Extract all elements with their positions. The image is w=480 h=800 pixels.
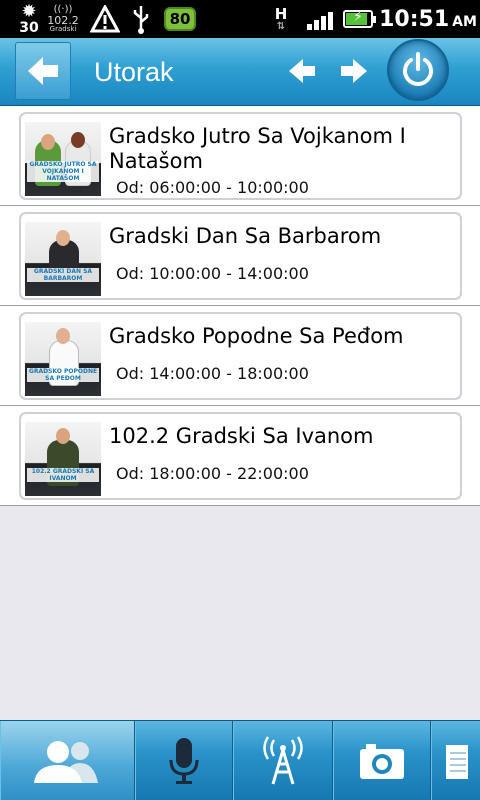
show-title: Gradsko Jutro Sa Vojkanom I Natašom	[109, 124, 406, 173]
show-thumbnail: GRADSKI DAN SA BARBAROM	[25, 222, 101, 296]
clock-time: 10:51	[379, 6, 450, 32]
show-thumbnail: 102.2 GRADSKI SA IVANOM	[25, 422, 101, 496]
antenna-icon	[262, 736, 303, 785]
schedule-list: GRADSKO JUTRO SA VOJKANOM I NATAŠOM Grad…	[0, 106, 480, 506]
show-thumbnail: GRADSKO JUTRO SA VOJKANOM I NATAŠOM	[25, 122, 101, 196]
arrow-left-icon	[28, 57, 58, 85]
people-icon	[34, 741, 98, 783]
show-card[interactable]: GRADSKO POPODNE SA PEĐOM Gradsko Popodne…	[19, 312, 462, 400]
temperature-value: 30	[19, 20, 39, 36]
battery-level-badge: 80	[162, 0, 198, 38]
thumbnail-caption: 102.2 GRADSKI SA IVANOM	[27, 468, 99, 482]
show-title: Gradski Dan Sa Barbarom	[109, 224, 382, 248]
previous-day-button[interactable]	[285, 54, 319, 88]
thumbnail-caption: GRADSKO POPODNE SA PEĐOM	[27, 368, 99, 382]
arrow-left-icon	[289, 59, 315, 83]
show-time: Od: 06:00:00 - 10:00:00	[116, 178, 309, 197]
weather-indicator: ✹ 30	[16, 0, 42, 38]
show-title: Gradsko Popodne Sa Peđom	[109, 324, 404, 348]
warning-icon	[88, 0, 122, 38]
presenters-tab[interactable]	[0, 721, 135, 800]
bottom-toolbar	[0, 720, 480, 800]
show-card[interactable]: GRADSKI DAN SA BARBAROM Gradski Dan Sa B…	[19, 212, 462, 300]
show-time: Od: 18:00:00 - 22:00:00	[116, 464, 309, 483]
header-bar: Utorak	[0, 38, 480, 106]
show-card[interactable]: 102.2 GRADSKI SA IVANOM 102.2 Gradski Sa…	[19, 412, 462, 500]
data-arrows-icon: ⇅	[276, 20, 286, 32]
list-item[interactable]: 102.2 GRADSKI SA IVANOM 102.2 Gradski Sa…	[0, 406, 480, 506]
usb-icon	[128, 0, 154, 38]
notes-tab[interactable]	[431, 721, 480, 800]
thumbnail-caption: GRADSKO JUTRO SA VOJKANOM I NATAŠOM	[27, 161, 99, 182]
status-bar: ✹ 30 ((·)) 102.2 Gradski 80 H ⇅ ⚡ 10:51 …	[0, 0, 480, 38]
show-thumbnail: GRADSKO POPODNE SA PEĐOM	[25, 322, 101, 396]
arrow-right-icon	[341, 59, 367, 83]
next-day-button[interactable]	[337, 54, 371, 88]
clock: 10:51 AM	[379, 0, 477, 38]
list-item[interactable]: GRADSKO JUTRO SA VOJKANOM I NATAŠOM Grad…	[0, 106, 480, 206]
back-button[interactable]	[15, 42, 71, 100]
list-item[interactable]: GRADSKO POPODNE SA PEĐOM Gradsko Popodne…	[0, 306, 480, 406]
battery-level-value: 80	[163, 7, 197, 31]
microphone-tab[interactable]	[135, 721, 233, 800]
live-stream-tab[interactable]	[233, 721, 333, 800]
page-title: Utorak	[94, 57, 174, 87]
power-button[interactable]	[387, 39, 449, 101]
list-item[interactable]: GRADSKI DAN SA BARBAROM Gradski Dan Sa B…	[0, 206, 480, 306]
battery-charging-icon: ⚡	[341, 0, 376, 38]
show-title: 102.2 Gradski Sa Ivanom	[109, 424, 374, 448]
notepad-icon	[445, 745, 468, 779]
radio-name: Gradski	[49, 25, 77, 33]
network-type-label: H	[274, 4, 288, 23]
show-time: Od: 10:00:00 - 14:00:00	[116, 264, 309, 283]
thumbnail-caption: GRADSKI DAN SA BARBAROM	[27, 268, 99, 282]
clock-ampm: AM	[452, 13, 477, 30]
network-type-indicator: H ⇅	[270, 0, 292, 38]
power-icon	[403, 52, 433, 86]
show-card[interactable]: GRADSKO JUTRO SA VOJKANOM I NATAŠOM Grad…	[19, 112, 462, 200]
gallery-tab[interactable]	[333, 721, 431, 800]
sun-icon: ✹	[21, 1, 37, 22]
radio-app-indicator: ((·)) 102.2 Gradski	[46, 0, 80, 38]
show-time: Od: 14:00:00 - 18:00:00	[116, 364, 309, 383]
signal-strength-icon	[303, 0, 337, 38]
microphone-icon	[169, 738, 198, 784]
camera-icon	[359, 744, 404, 779]
